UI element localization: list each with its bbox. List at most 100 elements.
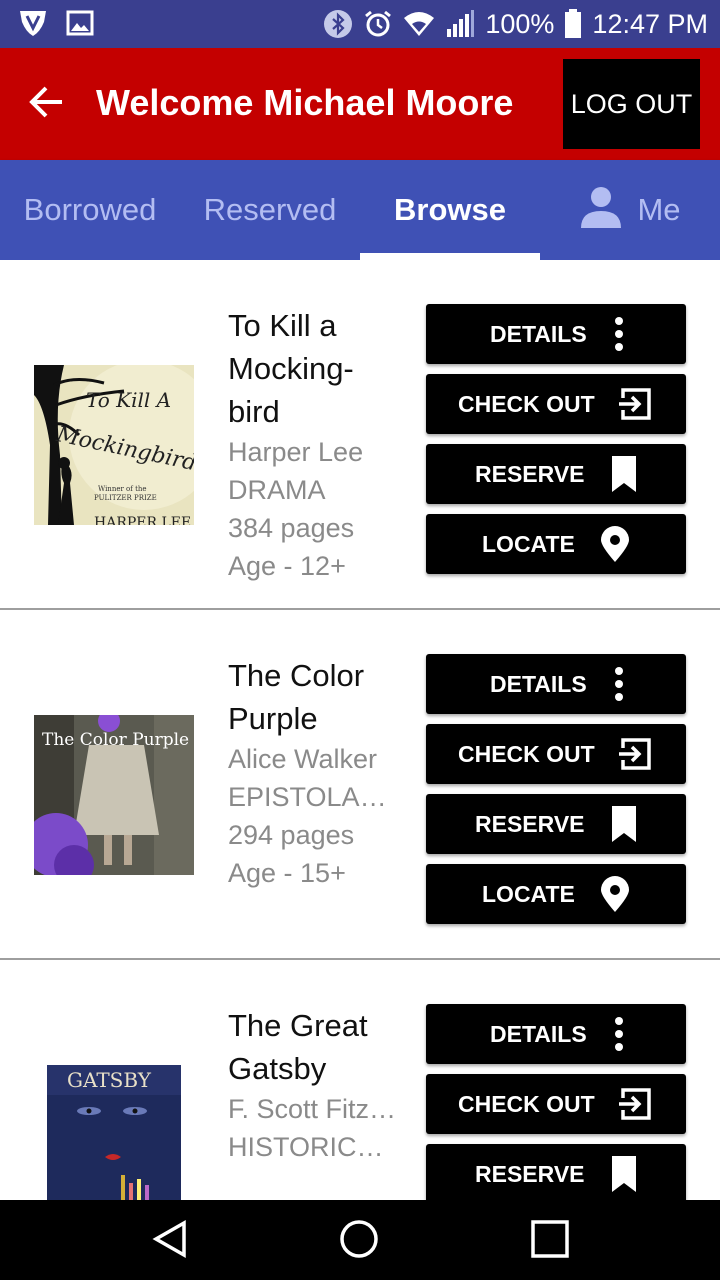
locate-button[interactable]: LOCATE [426, 864, 686, 924]
bookmark-icon [606, 1156, 642, 1192]
location-pin-icon [597, 526, 633, 562]
location-pin-icon [597, 876, 633, 912]
tab-reserved[interactable]: Reserved [180, 160, 360, 260]
book-title-line: bird [228, 394, 280, 429]
book-genre: DRAMA [228, 475, 326, 505]
tab-me[interactable]: Me [540, 160, 720, 260]
book-list[interactable]: To Kill A Mockingbird Winner of the PULI… [0, 260, 720, 1200]
cover-author: HARPER LEE [94, 515, 191, 525]
book-pages: 294 pages [228, 820, 355, 850]
check-out-button[interactable]: CHECK OUT [426, 374, 686, 434]
locate-label: LOCATE [482, 530, 575, 557]
book-author: Alice Walker [228, 744, 378, 774]
logout-button[interactable]: LOG OUT [563, 59, 700, 149]
details-label: DETAILS [490, 320, 587, 347]
person-icon [579, 184, 623, 236]
book-title-line: Gatsby [228, 1051, 327, 1086]
book-actions: DETAILS CHECK OUT RESERVE LOCATE [426, 654, 686, 934]
details-button[interactable]: DETAILS [426, 1004, 686, 1064]
check-out-icon [617, 1086, 653, 1122]
tab-indicator [360, 253, 540, 260]
book-actions: DETAILS CHECK OUT RESERVE [426, 1004, 686, 1200]
book-info: The Great Gatsby F. Scott Fitz… HISTORIC… [228, 1004, 408, 1166]
details-button[interactable]: DETAILS [426, 654, 686, 714]
cover-title: The Color Purple [42, 730, 189, 750]
book-cover-gatsby[interactable]: GATSBY [47, 1065, 181, 1200]
locate-label: LOCATE [482, 880, 575, 907]
nav-back-button[interactable] [145, 1216, 195, 1266]
status-indicators: 100% 12:47 PM [323, 0, 708, 48]
check-out-icon [617, 386, 653, 422]
book-pages: 384 pages [228, 513, 355, 543]
battery-percent: 100% [485, 8, 555, 39]
book-actions: DETAILS CHECK OUT RESERVE LOCATE [426, 304, 686, 584]
more-vert-icon [601, 1016, 637, 1052]
reserve-button[interactable]: RESERVE [426, 444, 686, 504]
tab-borrowed[interactable]: Borrowed [0, 160, 180, 260]
shield-icon [18, 8, 48, 43]
image-icon [66, 9, 94, 42]
book-title-line: Mocking- [228, 351, 354, 386]
book-title: The Color Purple [228, 654, 408, 740]
system-nav-bar [0, 1200, 720, 1280]
book-age: Age - 15+ [228, 858, 346, 888]
book-title: To Kill a Mocking- bird [228, 304, 408, 433]
nav-home-button[interactable] [334, 1216, 384, 1266]
clock-time: 12:47 PM [592, 8, 708, 39]
back-triangle-icon [150, 1219, 190, 1264]
reserve-button[interactable]: RESERVE [426, 1144, 686, 1200]
check-out-icon [617, 736, 653, 772]
check-out-label: CHECK OUT [458, 740, 595, 767]
details-label: DETAILS [490, 1020, 587, 1047]
check-out-label: CHECK OUT [458, 1090, 595, 1117]
book-info: To Kill a Mocking- bird Harper Lee DRAMA… [228, 304, 408, 585]
locate-button[interactable]: LOCATE [426, 514, 686, 574]
tab-bar: Borrowed Reserved Browse Me [0, 160, 720, 260]
book-item: GATSBY The Great Gatsby F. Scott Fitz… H… [0, 960, 720, 1200]
arrow-back-icon [28, 84, 64, 125]
book-age: Age - 12+ [228, 551, 346, 581]
cover-title: GATSBY [67, 1068, 152, 1092]
book-title-line: To Kill a [228, 308, 337, 343]
check-out-button[interactable]: CHECK OUT [426, 1074, 686, 1134]
reserve-button[interactable]: RESERVE [426, 794, 686, 854]
status-notifications [18, 8, 94, 43]
details-label: DETAILS [490, 670, 587, 697]
alarm-icon [363, 9, 393, 39]
nav-recents-button[interactable] [525, 1216, 575, 1266]
tab-me-label: Me [637, 192, 681, 227]
book-item: To Kill A Mockingbird Winner of the PULI… [0, 260, 720, 610]
book-title-line: The Great [228, 1008, 368, 1043]
reserve-label: RESERVE [475, 1160, 585, 1187]
cover-award-line2: PULITZER PRIZE [94, 494, 157, 502]
battery-icon [564, 9, 582, 39]
book-genre: HISTORICA… [228, 1132, 400, 1162]
signal-icon [445, 9, 475, 39]
book-author: F. Scott Fitz… [228, 1094, 397, 1124]
more-vert-icon [601, 666, 637, 702]
recents-square-icon [530, 1219, 570, 1264]
cover-award-line1: Winner of the [98, 485, 147, 493]
bookmark-icon [606, 806, 642, 842]
back-button[interactable] [22, 80, 70, 128]
reserve-label: RESERVE [475, 460, 585, 487]
book-title-line: The Color [228, 658, 365, 693]
bluetooth-icon [323, 9, 353, 39]
welcome-title: Welcome Michael Moore [96, 82, 514, 123]
check-out-label: CHECK OUT [458, 390, 595, 417]
cover-title-line1: To Kill A [86, 388, 171, 412]
more-vert-icon [601, 316, 637, 352]
details-button[interactable]: DETAILS [426, 304, 686, 364]
book-title-line: Purple [228, 701, 318, 736]
tab-browse[interactable]: Browse [360, 160, 540, 260]
book-genre: EPISTOLAR… [228, 782, 400, 812]
book-title: The Great Gatsby [228, 1004, 408, 1090]
check-out-button[interactable]: CHECK OUT [426, 724, 686, 784]
wifi-icon [403, 10, 435, 38]
app-bar: Welcome Michael Moore LOG OUT [0, 48, 720, 160]
book-cover-color-purple[interactable]: The Color Purple [34, 715, 194, 875]
book-cover-mockingbird[interactable]: To Kill A Mockingbird Winner of the PULI… [34, 365, 194, 525]
home-circle-icon [339, 1219, 379, 1264]
book-info: The Color Purple Alice Walker EPISTOLAR…… [228, 654, 408, 892]
book-item: The Color Purple The Color Purple Alice … [0, 610, 720, 960]
